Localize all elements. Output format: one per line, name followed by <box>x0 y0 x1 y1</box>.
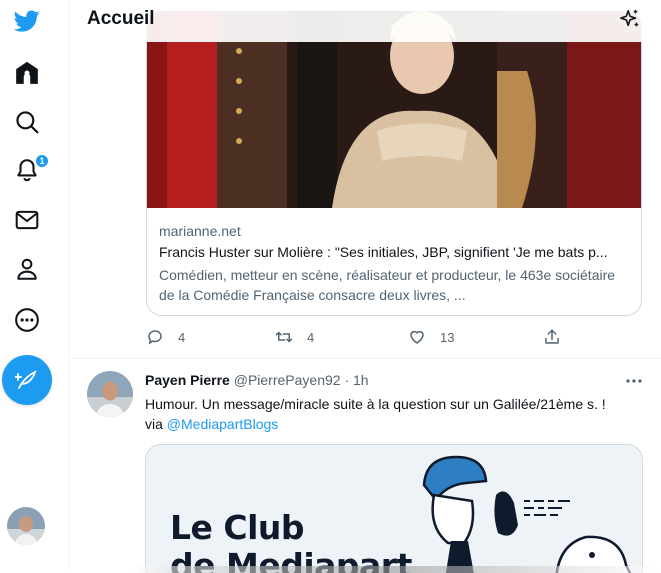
tweet-more-button[interactable] <box>621 372 647 390</box>
nav-home[interactable] <box>6 52 48 94</box>
like-count: 13 <box>440 329 455 345</box>
card-description: Comédien, metteur en scène, réalisateur … <box>159 267 616 303</box>
tweet-text-line: Humour. Un message/miracle suite à la qu… <box>145 396 606 412</box>
sparkle-icon <box>620 9 639 27</box>
home-icon <box>16 61 38 84</box>
author-avatar[interactable] <box>87 371 133 417</box>
card-illustration <box>422 455 632 573</box>
avatar-image <box>87 371 133 417</box>
more-circle-icon <box>15 308 39 332</box>
author-name[interactable]: Payen Pierre <box>145 372 230 388</box>
timeline: marianne.net Francis Huster sur Molière … <box>71 0 661 573</box>
card-text: marianne.net Francis Huster sur Molière … <box>159 221 633 305</box>
retweet-button[interactable]: 4 <box>275 325 314 349</box>
card-title-line: Le Club <box>170 508 305 547</box>
via-label: via <box>145 416 167 432</box>
sidebar: 1 <box>0 0 70 573</box>
account-avatar[interactable] <box>7 507 45 545</box>
nav-notifications[interactable]: 1 <box>6 149 49 191</box>
retweet-count: 4 <box>307 329 315 345</box>
nav-profile[interactable] <box>6 248 48 290</box>
tweet-via-line: via @MediapartBlogs <box>145 414 645 434</box>
mention-link[interactable]: @MediapartBlogs <box>167 416 279 432</box>
top-tweets-button[interactable] <box>619 8 641 30</box>
envelope-icon <box>15 210 39 230</box>
twitter-logo[interactable] <box>6 0 48 42</box>
share-button[interactable] <box>543 325 561 349</box>
compose-feather-icon <box>15 370 37 389</box>
link-card[interactable]: marianne.net Francis Huster sur Molière … <box>146 10 642 316</box>
twitter-bird-icon <box>14 10 40 32</box>
page-title: Accueil <box>87 8 155 29</box>
author-handle[interactable]: @PierrePayen92 <box>234 372 341 388</box>
separator-dot: · <box>344 372 350 388</box>
search-icon <box>16 111 39 134</box>
reply-button[interactable]: 4 <box>146 325 185 349</box>
heart-icon <box>410 330 424 344</box>
page-header: Accueil <box>71 0 659 42</box>
link-card-mediapart[interactable]: Le Club de Mediapart <box>145 444 643 573</box>
like-button[interactable]: 13 <box>408 325 454 349</box>
notification-badge: 1 <box>35 154 49 168</box>
tweet-actions: 4 4 13 <box>146 325 642 349</box>
reply-icon <box>148 330 162 345</box>
nav-more[interactable] <box>6 299 48 341</box>
tweet-divider <box>71 358 661 359</box>
reply-count: 4 <box>178 329 186 345</box>
tweet-header: Payen Pierre @PierrePayen92 · 1h <box>145 372 645 392</box>
nav-messages[interactable] <box>6 199 48 241</box>
card-domain: marianne.net <box>159 223 241 239</box>
nav-explore[interactable] <box>6 101 48 143</box>
avatar-image <box>7 507 45 545</box>
tweet-timestamp[interactable]: 1h <box>353 372 369 388</box>
compose-tweet-button[interactable] <box>2 355 52 405</box>
tweet-text: Humour. Un message/miracle suite à la qu… <box>145 394 645 434</box>
card-title: Francis Huster sur Molière : "Ses initia… <box>159 244 608 260</box>
retweet-icon <box>275 331 293 343</box>
more-horizontal-icon <box>626 379 642 383</box>
share-icon <box>545 329 559 344</box>
person-icon <box>17 258 37 280</box>
window-edge <box>0 566 661 573</box>
card-image-title: Le Club de Mediapart <box>170 509 412 573</box>
